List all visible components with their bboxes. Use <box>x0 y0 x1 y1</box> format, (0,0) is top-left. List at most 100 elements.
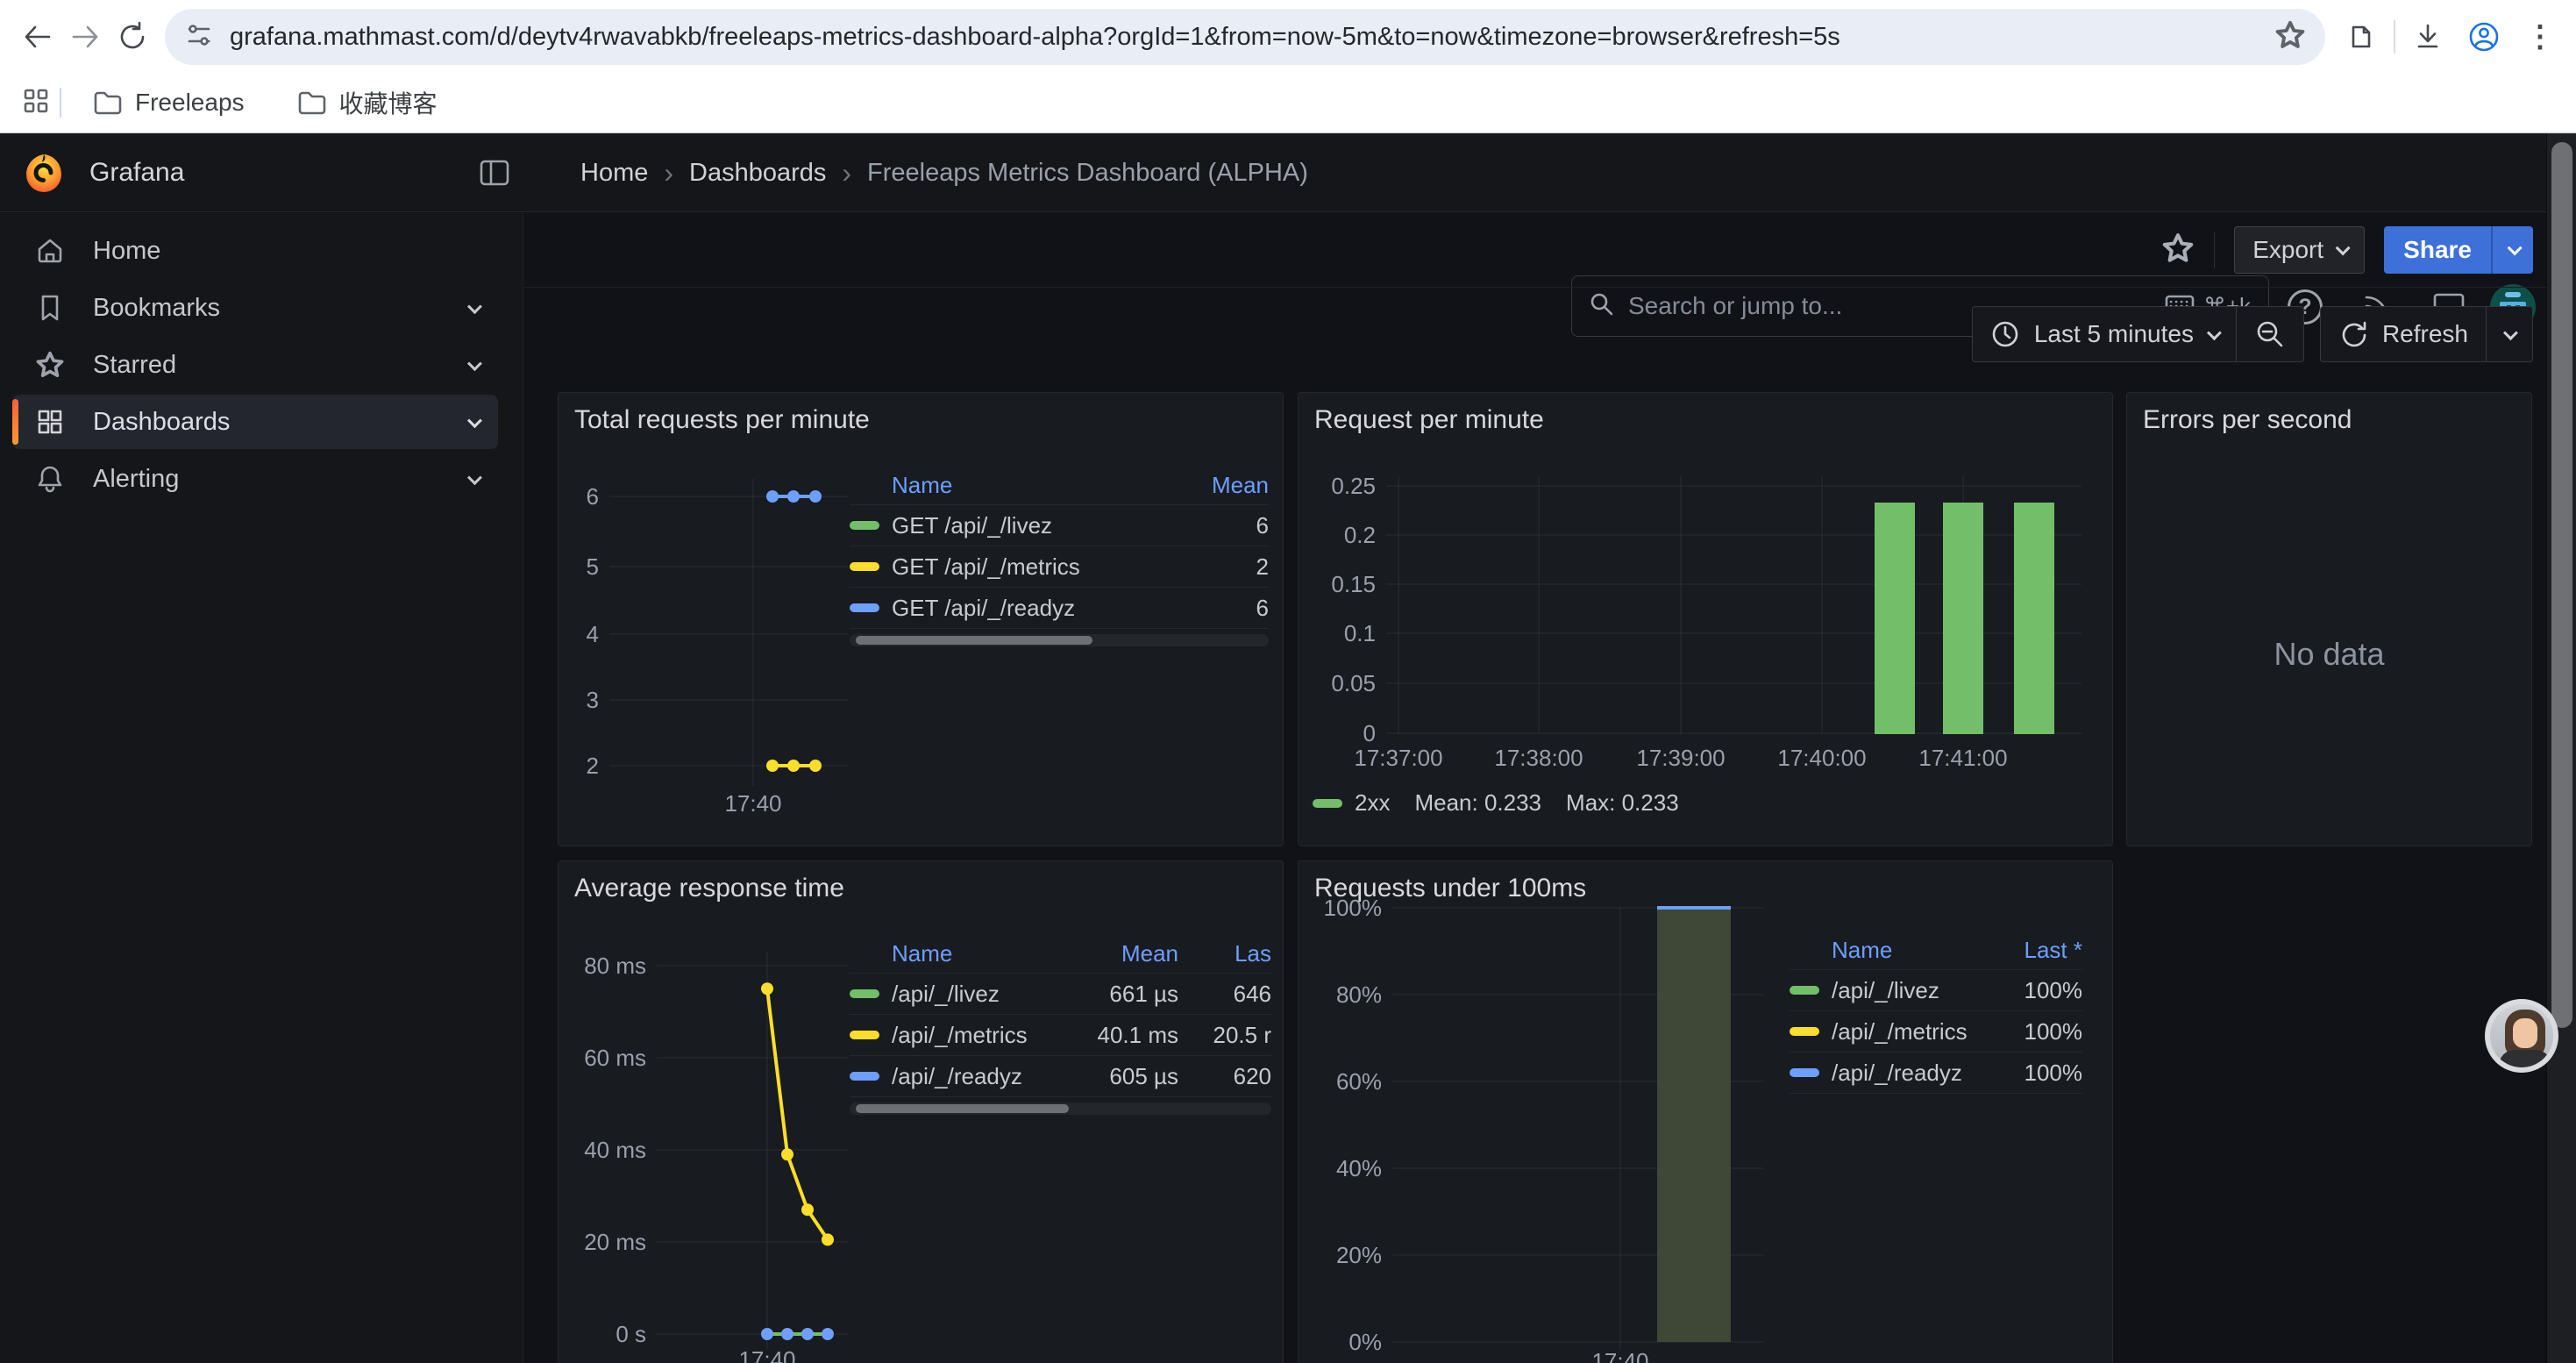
refresh-interval-button[interactable] <box>2486 307 2532 361</box>
dashboard-toolbar: Export Share <box>524 213 2546 288</box>
legend-scrollbar[interactable] <box>850 634 1269 646</box>
toolbar-divider <box>2214 232 2215 268</box>
back-icon[interactable] <box>14 13 61 61</box>
share-menu-button[interactable] <box>2491 226 2533 274</box>
legend-inline[interactable]: 2xx Mean: 0.233 Max: 0.233 <box>1313 789 1704 817</box>
extension-icon[interactable] <box>2338 13 2385 61</box>
zoom-out-icon <box>2254 318 2286 350</box>
series-color-pill <box>850 562 879 571</box>
chevron-down-icon <box>2207 325 2222 340</box>
chevron-down-icon[interactable] <box>467 356 482 371</box>
legend-scrollbar[interactable] <box>850 1103 1271 1115</box>
folder-icon <box>96 93 120 113</box>
bookmark-star-icon[interactable] <box>2274 19 2306 55</box>
panel-average-response-time: Average response time 80 ms60 ms40 ms20 … <box>558 860 1284 1363</box>
brand-name: Grafana <box>89 133 184 212</box>
panel-title[interactable]: Average response time <box>574 874 844 903</box>
chart-plot[interactable]: 0.250.20.150.10.05017:37:0017:38:0017:39… <box>1299 393 2112 846</box>
legend-header[interactable]: Name Last * <box>1790 931 2082 970</box>
dashboards-grid-icon <box>35 407 65 437</box>
refresh-group: Refresh <box>2320 306 2533 362</box>
sidebar-item-starred[interactable]: Starred <box>12 338 498 392</box>
legend-row[interactable]: GET /api/_/readyz 6 <box>850 588 1269 629</box>
share-button[interactable]: Share <box>2384 226 2491 274</box>
legend-row[interactable]: GET /api/_/metrics 2 <box>850 546 1269 588</box>
panel-requests-under-100ms: Requests under 100ms 100%80%60%40%20%0%1… <box>1298 860 2113 1363</box>
breadcrumb-dashboards[interactable]: Dashboards <box>689 159 826 188</box>
series-color-pill <box>1790 986 1819 995</box>
refresh-button[interactable]: Refresh <box>2321 307 2486 361</box>
chevron-down-icon <box>2336 240 2351 255</box>
breadcrumb-sep-icon: › <box>664 157 673 189</box>
breadcrumb-sep-icon: › <box>842 157 851 189</box>
legend-row[interactable]: /api/_/livez 661 µs 646 <box>850 974 1271 1015</box>
panel-errors-per-second: Errors per second No data <box>2126 392 2532 846</box>
legend-table: Name Last * /api/_/livez 100% /api/_/met… <box>1790 931 2082 1094</box>
chevron-down-icon[interactable] <box>467 299 482 314</box>
assistant-avatar[interactable] <box>2485 999 2558 1073</box>
time-range-group: Last 5 minutes <box>1972 306 2304 362</box>
scrollbar-thumb[interactable] <box>2551 142 2572 1028</box>
legend-row[interactable]: /api/_/readyz 605 µs 620 <box>850 1056 1271 1097</box>
series-color-pill <box>850 1031 879 1039</box>
legend-row[interactable]: /api/_/readyz 100% <box>1790 1053 2082 1094</box>
sidebar-item-bookmarks[interactable]: Bookmarks <box>12 281 498 335</box>
legend-row[interactable]: /api/_/livez 100% <box>1790 970 2082 1011</box>
legend-table: Name Mean Las /api/_/livez 661 µs 646 /a… <box>850 935 1271 1115</box>
series-color-pill <box>1790 1068 1819 1077</box>
series-color-pill <box>850 989 879 998</box>
panel-title[interactable]: Request per minute <box>1314 405 1544 435</box>
forward-icon[interactable] <box>61 13 109 61</box>
legend-row[interactable]: GET /api/_/livez 6 <box>850 505 1269 546</box>
bookmark-label: Freeleaps <box>135 89 245 117</box>
legend-row[interactable]: /api/_/metrics 100% <box>1790 1011 2082 1053</box>
browser-actions: ⋮ <box>2338 13 2576 61</box>
home-icon <box>35 236 65 266</box>
panel-title[interactable]: Total requests per minute <box>574 405 870 435</box>
favorite-star-icon[interactable] <box>2161 232 2195 269</box>
apps-grid-icon[interactable] <box>21 86 51 120</box>
breadcrumb-home[interactable]: Home <box>580 159 648 188</box>
no-data-message: No data <box>2127 393 2531 846</box>
time-range-picker[interactable]: Last 5 minutes <box>1973 307 2236 361</box>
download-icon[interactable] <box>2404 13 2451 61</box>
reload-icon[interactable] <box>109 13 156 61</box>
bookmarks-divider <box>60 88 61 118</box>
dock-menu-icon[interactable] <box>477 156 512 189</box>
profile-icon[interactable] <box>2460 13 2508 61</box>
bookmark-icon <box>35 293 65 323</box>
page-scrollbar[interactable] <box>2546 133 2576 1363</box>
grafana-logo[interactable] <box>25 153 63 193</box>
bookmark-folder-freeleaps[interactable]: Freeleaps <box>77 82 260 124</box>
url-bar[interactable]: grafana.mathmast.com/d/deytv4rwavabkb/fr… <box>165 9 2325 65</box>
chevron-down-icon[interactable] <box>467 470 482 485</box>
sidebar-item-alerting[interactable]: Alerting <box>12 452 498 506</box>
browser-toolbar: grafana.mathmast.com/d/deytv4rwavabkb/fr… <box>0 0 2576 74</box>
folder-icon <box>300 93 324 113</box>
export-button[interactable]: Export <box>2234 226 2365 274</box>
zoom-out-button[interactable] <box>2236 307 2303 361</box>
series-color-pill <box>1313 799 1342 808</box>
legend-table: Name Mean GET /api/_/livez 6 GET /api/_/… <box>850 467 1269 646</box>
bookmarks-bar: Freeleaps 收藏博客 <box>0 74 2576 133</box>
browser-menu-icon[interactable]: ⋮ <box>2516 13 2564 61</box>
series-color-pill <box>850 603 879 612</box>
panel-total-requests: Total requests per minute 6543217:40 Nam… <box>558 392 1284 846</box>
legend-header[interactable]: Name Mean <box>850 467 1269 505</box>
series-color-pill <box>850 521 879 530</box>
tune-icon[interactable] <box>184 20 214 54</box>
legend-header[interactable]: Name Mean Las <box>850 935 1271 974</box>
avatar-face <box>2513 1018 2537 1048</box>
breadcrumb-current: Freeleaps Metrics Dashboard (ALPHA) <box>867 159 1308 188</box>
chevron-down-icon[interactable] <box>467 413 482 428</box>
sidebar-item-dashboards[interactable]: Dashboards <box>12 395 498 449</box>
legend-row[interactable]: /api/_/metrics 40.1 ms 20.5 r <box>850 1015 1271 1056</box>
bookmark-folder-blogs[interactable]: 收藏博客 <box>281 78 453 127</box>
sidebar-item-home[interactable]: Home <box>12 224 498 278</box>
star-icon <box>35 350 65 380</box>
toolbar-divider <box>2394 20 2395 54</box>
time-controls: Last 5 minutes Refresh <box>524 288 2546 384</box>
url-text[interactable]: grafana.mathmast.com/d/deytv4rwavabkb/fr… <box>230 23 2262 52</box>
panel-title[interactable]: Errors per second <box>2143 405 2352 435</box>
panel-title[interactable]: Requests under 100ms <box>1314 874 1586 903</box>
